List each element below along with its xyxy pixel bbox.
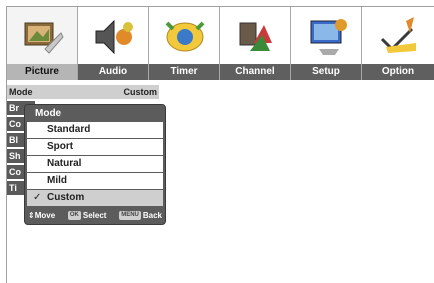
tab-audio[interactable]: Audio: [78, 7, 149, 80]
move-arrows-icon: ⇕: [28, 211, 35, 220]
setting-row-label: Sh: [9, 151, 21, 161]
setting-row-label: Co: [9, 119, 21, 129]
channel-icon: [239, 22, 272, 51]
popup-title: Mode: [35, 108, 62, 119]
tab-audio-label: Audio: [78, 64, 148, 80]
setting-row-label: Co: [9, 167, 21, 177]
tab-timer[interactable]: Timer: [149, 7, 220, 80]
popup-footer: ⇕Move OK Select MENU Back: [25, 210, 165, 222]
tab-timer-label: Timer: [149, 64, 219, 80]
setup-icon: [310, 19, 347, 55]
select-hint: OK Select: [67, 210, 107, 222]
option-label: Custom: [47, 192, 85, 203]
tab-option-label: Option: [362, 64, 434, 80]
mode-row-value: Custom: [123, 87, 158, 97]
back-label: Back: [142, 211, 162, 220]
move-hint: ⇕Move: [28, 210, 55, 222]
tab-option[interactable]: Option: [362, 7, 434, 80]
option-label: Sport: [47, 141, 74, 152]
move-label: Move: [34, 211, 56, 220]
menu-tabs: Picture Audio Timer Channel Setup Option: [7, 7, 434, 80]
tab-picture-label: Picture: [7, 64, 77, 80]
option-standard[interactable]: Standard: [27, 122, 163, 138]
option-mild[interactable]: Mild: [27, 173, 163, 189]
back-hint: MENU Back: [119, 210, 162, 222]
option-sport[interactable]: Sport: [27, 139, 163, 155]
tab-setup-label: Setup: [291, 64, 361, 80]
option-label: Natural: [47, 158, 82, 169]
tab-channel-label: Channel: [220, 64, 290, 80]
tab-channel[interactable]: Channel: [220, 7, 291, 80]
tab-picture[interactable]: Picture: [7, 7, 78, 80]
select-label: Select: [82, 211, 107, 220]
tab-setup[interactable]: Setup: [291, 7, 362, 80]
option-label: Standard: [47, 124, 91, 135]
option-custom[interactable]: ✓ Custom: [27, 190, 163, 206]
mode-row-label: Mode: [9, 87, 33, 97]
audio-icon: [95, 19, 133, 55]
setting-row-label: Bl: [9, 135, 18, 145]
option-label: Mild: [47, 175, 67, 186]
setting-row-label: Ti: [9, 183, 17, 193]
menu-key-icon: MENU: [119, 211, 141, 221]
mode-popup: Mode Standard Sport Natural Mild ✓ Custo…: [24, 104, 166, 225]
option-natural[interactable]: Natural: [27, 156, 163, 172]
option-icon: [380, 17, 416, 53]
timer-icon: [165, 21, 205, 52]
check-icon: ✓: [33, 192, 42, 203]
ok-key-icon: OK: [67, 211, 81, 221]
mode-row[interactable]: Mode Custom: [7, 85, 159, 99]
picture-icon: [24, 22, 64, 54]
setting-row-label: Br: [9, 103, 20, 113]
